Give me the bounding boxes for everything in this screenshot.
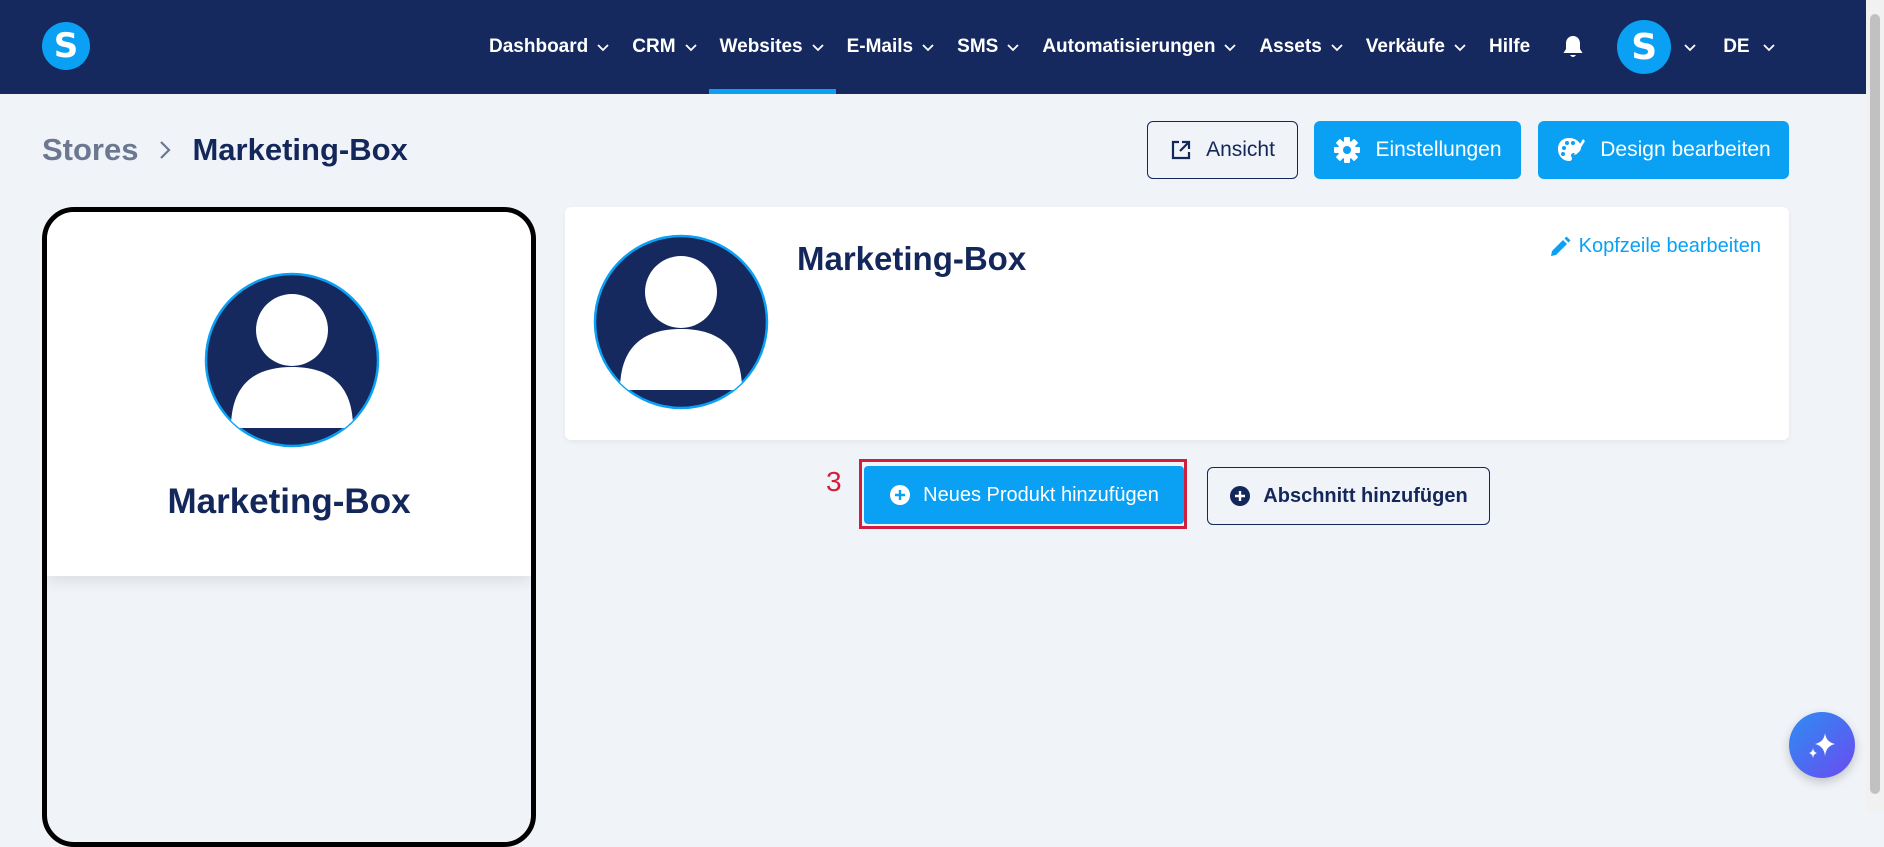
chevron-down-icon[interactable]: [1683, 40, 1697, 54]
store-avatar-icon: [204, 272, 380, 448]
nav-item-sales[interactable]: Verkäufe: [1355, 0, 1478, 94]
nav-item-websites[interactable]: Websites: [708, 0, 836, 94]
ai-assistant-button[interactable]: [1789, 712, 1855, 778]
nav-item-help[interactable]: Hilfe: [1478, 0, 1541, 94]
app-logo[interactable]: S: [42, 22, 90, 70]
chevron-down-icon: [1762, 44, 1775, 52]
chevron-down-icon: [811, 44, 824, 52]
nav-item-assets[interactable]: Assets: [1248, 0, 1354, 94]
step-number: 3: [826, 466, 842, 497]
chevron-down-icon: [1331, 44, 1343, 52]
chevron-down-icon: [684, 44, 697, 52]
edit-header-label: Kopfzeile bearbeiten: [1578, 235, 1761, 257]
chevron-down-icon: [922, 44, 934, 52]
scrollbar-thumb[interactable]: [1870, 14, 1880, 794]
view-button-label: Ansicht: [1206, 138, 1275, 161]
nav-item-label: Websites: [719, 36, 803, 57]
chevron-down-icon: [1224, 44, 1237, 52]
nav-item-sms[interactable]: SMS: [946, 0, 1031, 94]
top-navbar: S Dashboard CRM Websites E-Mails SMS Aut…: [0, 0, 1866, 94]
settings-button[interactable]: Einstellungen: [1314, 121, 1521, 179]
plus-circle-icon: [890, 485, 911, 505]
chevron-down-icon: [1454, 44, 1466, 52]
user-avatar[interactable]: S: [1617, 20, 1672, 74]
chevron-down-icon: [597, 44, 609, 52]
store-avatar-icon[interactable]: [593, 234, 769, 410]
main-nav: Dashboard CRM Websites E-Mails SMS Autom…: [478, 0, 1776, 94]
view-button[interactable]: Ansicht: [1147, 121, 1298, 179]
nav-item-crm[interactable]: CRM: [621, 0, 708, 94]
palette-icon: [1558, 138, 1586, 161]
add-product-label: Neues Produkt hinzufügen: [923, 483, 1159, 506]
nav-item-label: E-Mails: [846, 36, 914, 57]
store-header-card: Marketing-Box Kopfzeile bearbeiten: [565, 207, 1789, 440]
store-title: Marketing-Box: [797, 240, 1027, 277]
chevron-down-icon: [1007, 44, 1019, 52]
page-scrollbar[interactable]: [1866, 0, 1884, 812]
nav-item-label: SMS: [957, 36, 999, 57]
nav-item-label: Verkäufe: [1365, 36, 1446, 57]
edit-design-button[interactable]: Design bearbeiten: [1538, 121, 1789, 179]
nav-item-emails[interactable]: E-Mails: [836, 0, 947, 94]
nav-item-automations[interactable]: Automatisierungen: [1031, 0, 1248, 94]
nav-item-label: Dashboard: [489, 36, 589, 57]
nav-item-label: CRM: [632, 36, 676, 57]
nav-item-label: Assets: [1259, 36, 1322, 57]
language-label: DE: [1723, 36, 1750, 57]
nav-item-label: Hilfe: [1489, 36, 1531, 57]
bell-icon[interactable]: [1561, 34, 1585, 60]
pencil-icon: [1550, 236, 1571, 256]
page-title: Marketing-Box: [192, 132, 408, 167]
breadcrumb-stores-link[interactable]: Stores: [42, 132, 138, 168]
add-product-button[interactable]: Neues Produkt hinzufügen: [864, 466, 1184, 524]
sparkle-icon: [1809, 733, 1835, 758]
add-section-button[interactable]: Abschnitt hinzufügen: [1207, 467, 1490, 525]
plus-circle-icon: [1230, 486, 1251, 506]
settings-button-label: Einstellungen: [1375, 138, 1502, 161]
nav-item-dashboard[interactable]: Dashboard: [478, 0, 621, 94]
breadcrumb: Stores Marketing-Box: [42, 132, 408, 168]
mobile-preview-frame: Marketing-Box: [42, 207, 536, 847]
gear-icon: [1334, 137, 1361, 163]
nav-item-label: Automatisierungen: [1042, 36, 1216, 57]
edit-design-button-label: Design bearbeiten: [1600, 138, 1771, 161]
add-section-label: Abschnitt hinzufügen: [1263, 484, 1468, 507]
preview-store-name: Marketing-Box: [167, 482, 411, 521]
edit-header-link[interactable]: Kopfzeile bearbeiten: [1549, 235, 1761, 258]
chevron-right-icon: [160, 141, 172, 159]
language-selector[interactable]: DE: [1723, 36, 1775, 58]
external-link-icon: [1171, 140, 1191, 160]
preview-store-header: Marketing-Box: [47, 212, 531, 576]
